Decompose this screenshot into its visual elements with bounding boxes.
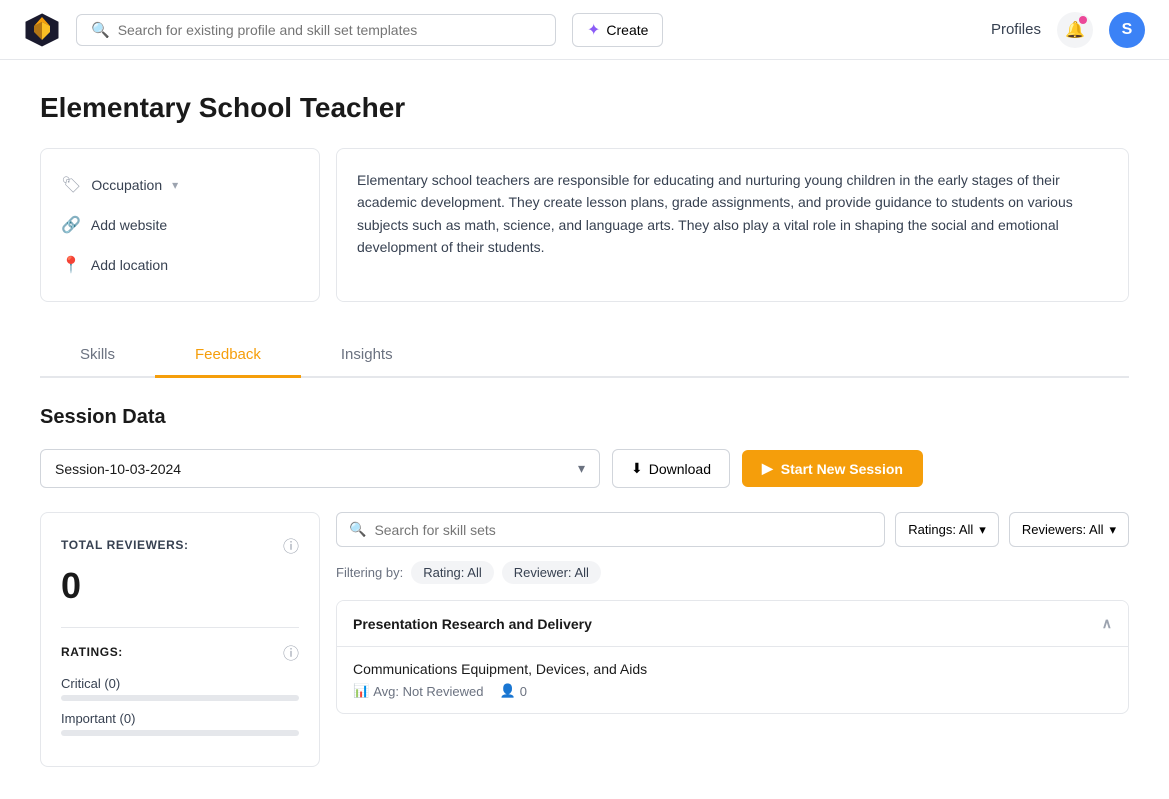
start-session-button[interactable]: ▶ Start New Session <box>742 450 923 487</box>
app-logo <box>24 12 60 48</box>
important-label: Important (0) <box>61 711 299 726</box>
reviewers-filter-button[interactable]: Reviewers: All ▾ <box>1009 512 1129 547</box>
profile-description: Elementary school teachers are responsib… <box>336 148 1129 302</box>
tab-feedback[interactable]: Feedback <box>155 334 301 378</box>
page-title: Elementary School Teacher <box>40 92 1129 124</box>
important-bar-bg <box>61 730 299 736</box>
chevron-up-icon: ∧ <box>1102 615 1112 632</box>
info-icon-ratings[interactable]: ⓘ <box>283 640 299 664</box>
skills-controls: 🔍 Ratings: All ▾ Reviewers: All ▾ <box>336 512 1129 547</box>
wand-icon: ✦ <box>587 20 600 40</box>
info-icon-reviewers[interactable]: ⓘ <box>283 533 299 557</box>
skill-name: Communications Equipment, Devices, and A… <box>353 661 1112 677</box>
add-website-field[interactable]: 🔗 Add website <box>61 205 299 245</box>
occupation-field[interactable]: 🏷 Occupation ▾ <box>61 165 299 205</box>
profile-fields-panel: 🏷 Occupation ▾ 🔗 Add website 📍 Add locat… <box>40 148 320 302</box>
main-content: Elementary School Teacher 🏷 Occupation ▾… <box>0 60 1169 799</box>
profiles-link[interactable]: Profiles <box>991 21 1041 38</box>
link-icon: 🔗 <box>61 215 81 235</box>
create-button[interactable]: ✦ Create <box>572 13 663 47</box>
stats-panel: TOTAL REVIEWERS: ⓘ 0 RATINGS: ⓘ Critical… <box>40 512 320 767</box>
header-right: Profiles 🔔 S <box>991 12 1145 48</box>
tab-insights[interactable]: Insights <box>301 334 433 378</box>
total-reviewers-label: TOTAL REVIEWERS: <box>61 538 189 552</box>
filtering-by-label: Filtering by: <box>336 565 403 580</box>
bar-chart-icon: 📊 <box>353 683 369 699</box>
profile-row: 🏷 Occupation ▾ 🔗 Add website 📍 Add locat… <box>40 148 1129 302</box>
session-controls: Session-10-03-2024 ▾ ⬇ Download ▶ Start … <box>40 449 1129 488</box>
critical-label: Critical (0) <box>61 676 299 691</box>
notification-dot <box>1079 16 1087 24</box>
ratings-header: RATINGS: ⓘ <box>61 640 299 664</box>
location-icon: 📍 <box>61 255 81 275</box>
header: 🔍 ✦ Create Profiles 🔔 S <box>0 0 1169 60</box>
download-button[interactable]: ⬇ Download <box>612 449 730 488</box>
skill-meta: 📊 Avg: Not Reviewed 👤 0 <box>353 683 1112 699</box>
search-input[interactable] <box>118 22 541 38</box>
session-select[interactable]: Session-10-03-2024 ▾ <box>40 449 600 488</box>
filter-chips-bar: Filtering by: Rating: All Reviewer: All <box>336 561 1129 584</box>
total-reviewers-header: TOTAL REVIEWERS: ⓘ <box>61 533 299 557</box>
search-icon: 🔍 <box>349 521 366 538</box>
reviewers-meta: 👤 0 <box>500 683 527 699</box>
content-row: TOTAL REVIEWERS: ⓘ 0 RATINGS: ⓘ Critical… <box>40 512 1129 767</box>
total-reviewers-value: 0 <box>61 565 299 607</box>
tabs-bar: Skills Feedback Insights <box>40 334 1129 378</box>
session-data-title: Session Data <box>40 406 1129 429</box>
ratings-label: RATINGS: <box>61 645 123 659</box>
chevron-down-icon: ▾ <box>1109 522 1116 538</box>
skill-category: Presentation Research and Delivery ∧ Com… <box>336 600 1129 714</box>
skill-search-bar[interactable]: 🔍 <box>336 512 885 547</box>
chevron-down-icon: ▾ <box>172 178 178 192</box>
person-icon: 👤 <box>500 683 516 699</box>
category-header[interactable]: Presentation Research and Delivery ∧ <box>337 601 1128 646</box>
important-rating-row: Important (0) <box>61 711 299 736</box>
ratings-filter-button[interactable]: Ratings: All ▾ <box>895 512 999 547</box>
stats-divider <box>61 627 299 628</box>
tag-icon: 🏷 <box>61 175 81 195</box>
reviewer-chip[interactable]: Reviewer: All <box>502 561 601 584</box>
tab-skills[interactable]: Skills <box>40 334 155 378</box>
skill-item: Communications Equipment, Devices, and A… <box>337 646 1128 713</box>
skill-search-input[interactable] <box>374 522 872 538</box>
critical-rating-row: Critical (0) <box>61 676 299 701</box>
notification-button[interactable]: 🔔 <box>1057 12 1093 48</box>
download-icon: ⬇ <box>631 460 643 477</box>
add-location-field[interactable]: 📍 Add location <box>61 245 299 285</box>
rating-chip[interactable]: Rating: All <box>411 561 494 584</box>
avg-meta: 📊 Avg: Not Reviewed <box>353 683 484 699</box>
chevron-down-icon: ▾ <box>979 522 986 538</box>
chevron-down-icon: ▾ <box>578 460 585 477</box>
search-icon: 🔍 <box>91 21 110 39</box>
search-bar[interactable]: 🔍 <box>76 14 556 46</box>
play-icon: ▶ <box>762 460 773 477</box>
avatar[interactable]: S <box>1109 12 1145 48</box>
critical-bar-bg <box>61 695 299 701</box>
skills-panel: 🔍 Ratings: All ▾ Reviewers: All ▾ Filter… <box>336 512 1129 767</box>
